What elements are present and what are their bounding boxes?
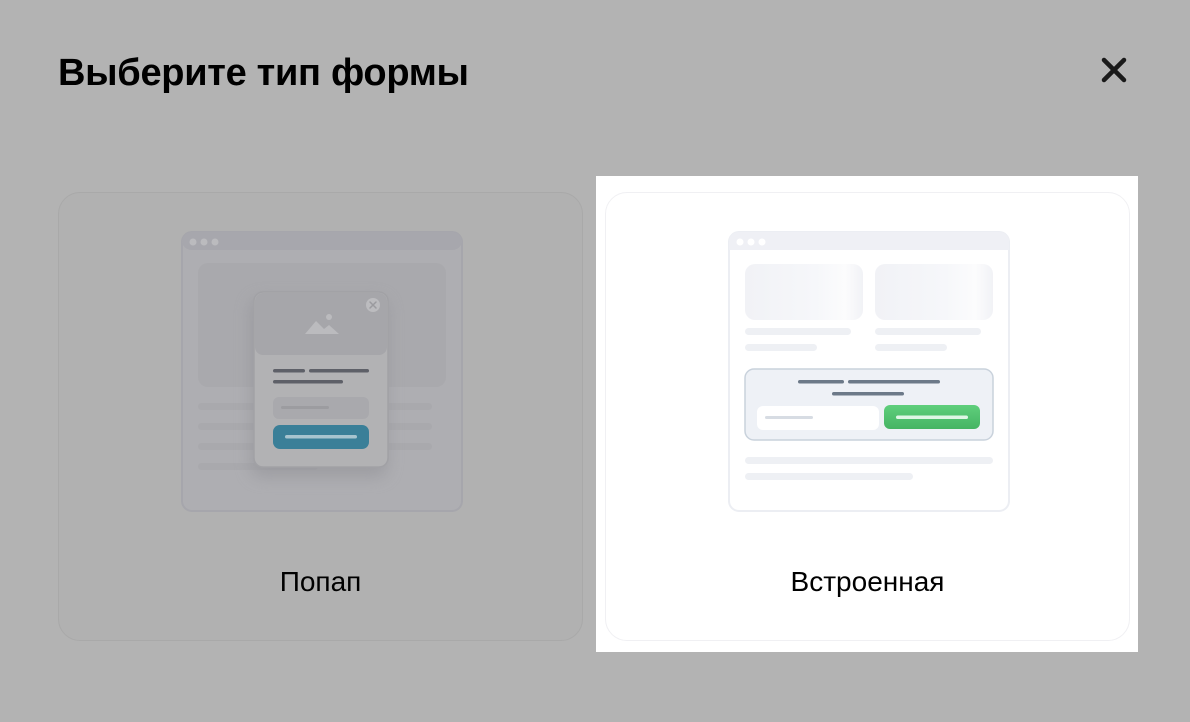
dialog-title: Выберите тип формы (58, 52, 469, 94)
form-type-option-embedded[interactable]: Встроенная (605, 192, 1130, 641)
embedded-form-illustration (728, 231, 1010, 512)
close-button[interactable] (1096, 52, 1132, 88)
popup-form-illustration (181, 231, 463, 512)
close-icon (1101, 57, 1127, 83)
option-label-popup: Попап (279, 566, 362, 597)
form-type-option-popup[interactable]: Попап (58, 192, 583, 641)
option-label-embedded: Встроенная (790, 566, 945, 597)
